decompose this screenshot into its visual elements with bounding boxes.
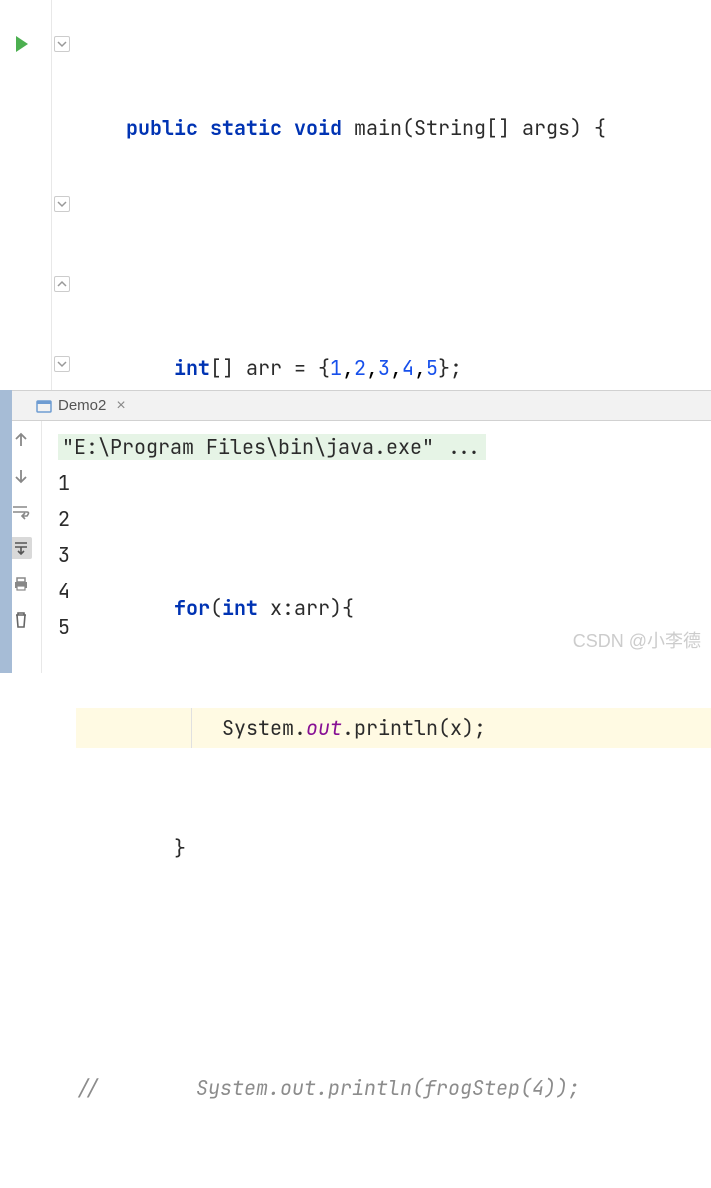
arrow-down-icon[interactable] [10,465,32,487]
code-line: public static void main(String[] args) { [76,108,711,148]
gutter [0,0,52,390]
application-icon [36,398,52,414]
fold-gutter [52,0,76,390]
code-line: } [76,828,711,868]
fold-icon[interactable] [54,196,70,212]
fold-icon[interactable] [54,36,70,52]
fold-icon[interactable] [54,276,70,292]
soft-wrap-icon[interactable] [10,501,32,523]
code-line-comment: // System.out.println(frogStep(4)); [76,1068,711,1108]
code-area[interactable]: public static void main(String[] args) {… [76,0,711,390]
trash-icon[interactable] [10,609,32,631]
run-gutter-icon[interactable] [16,36,28,52]
code-line-highlighted: System.out.println(x); [76,708,711,748]
print-icon[interactable] [10,573,32,595]
arrow-up-icon[interactable] [10,429,32,451]
fold-icon[interactable] [54,356,70,372]
code-line [76,948,711,988]
editor-pane: public static void main(String[] args) {… [0,0,711,390]
code-line: int[] arr = {1,2,3,4,5}; [76,348,711,388]
watermark: CSDN @小李德 [573,627,701,653]
scroll-to-end-icon[interactable] [10,537,32,559]
code-line: for(int x:arr){ [76,588,711,628]
code-line [76,228,711,268]
code-line [76,468,711,508]
